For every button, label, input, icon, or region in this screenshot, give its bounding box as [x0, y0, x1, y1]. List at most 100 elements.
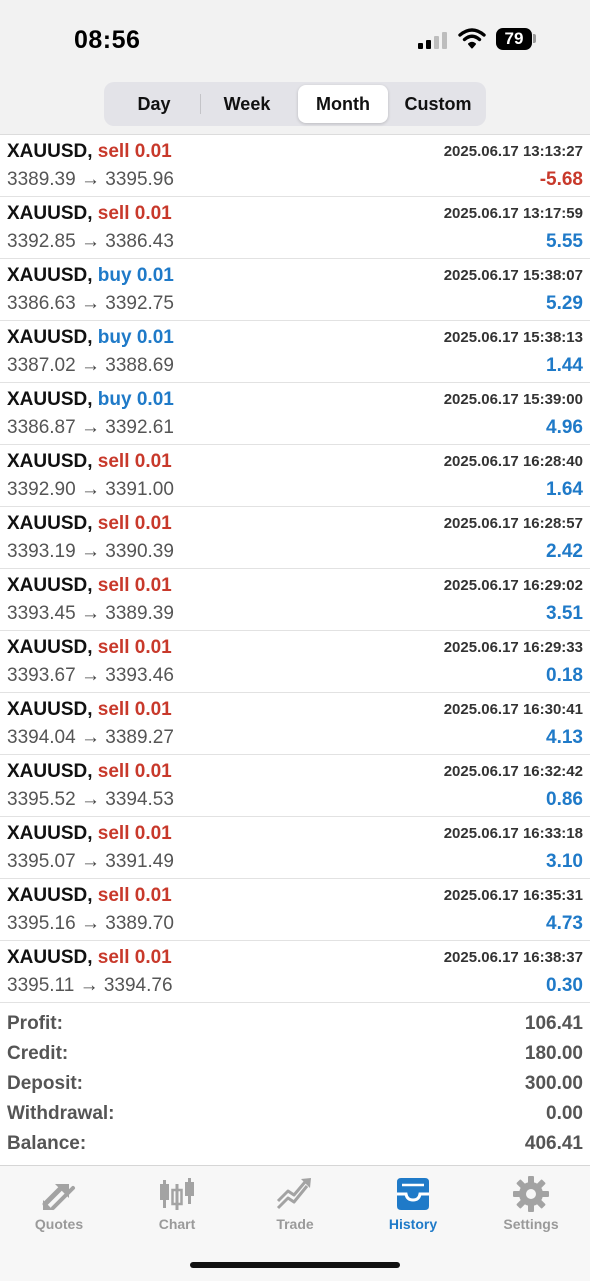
tab-chart[interactable]: Chart — [118, 1174, 236, 1232]
trade-row[interactable]: XAUUSD, sell 0.01 2025.06.17 16:32:42 3395… — [0, 755, 590, 817]
price-arrow: → — [80, 789, 100, 810]
quotes-arrows-icon — [42, 1184, 75, 1210]
tab-settings[interactable]: Settings — [472, 1174, 590, 1232]
trade-row[interactable]: XAUUSD, buy 0.01 2025.06.17 15:38:13 3387.… — [0, 321, 590, 383]
trade-row[interactable]: XAUUSD, sell 0.01 2025.06.17 16:33:18 3395… — [0, 817, 590, 879]
trade-profit: 4.96 — [546, 417, 583, 438]
symbol-name: XAUUSD, — [7, 637, 93, 658]
symbol-name: XAUUSD, — [7, 389, 93, 410]
trade-row[interactable]: XAUUSD, sell 0.01 2025.06.17 16:28:57 3393… — [0, 507, 590, 569]
symbol-name: XAUUSD, — [7, 265, 93, 286]
trade-side: buy 0.01 — [97, 265, 174, 286]
close-price: 3394.76 — [103, 975, 173, 996]
home-indicator[interactable] — [190, 1262, 400, 1268]
trade-datetime: 2025.06.17 16:35:31 — [443, 887, 583, 904]
trade-row[interactable]: XAUUSD, buy 0.01 2025.06.17 15:38:07 3386.… — [0, 259, 590, 321]
price-arrow: → — [80, 665, 100, 686]
trade-row[interactable]: XAUUSD, sell 0.01 2025.06.17 16:28:40 3392… — [0, 445, 590, 507]
tab-chart-label: Chart — [158, 1216, 196, 1232]
trade-row[interactable]: XAUUSD, sell 0.01 2025.06.17 16:29:33 3393… — [0, 631, 590, 693]
tab-month[interactable]: Month — [298, 85, 388, 123]
summary-row: Balance: 406.41 — [0, 1130, 590, 1160]
status-bar: 08:56 79 — [0, 0, 590, 80]
summary-label: Balance: — [7, 1133, 87, 1154]
open-price: 3395.16 — [7, 913, 76, 934]
open-price: 3389.39 — [7, 169, 76, 190]
close-price: 3391.49 — [105, 851, 174, 872]
trade-row[interactable]: XAUUSD, sell 0.01 2025.06.17 16:30:41 3394… — [0, 693, 590, 755]
price-arrow: → — [80, 479, 100, 500]
trade-prices: 3395.52 → 3394.53 — [7, 789, 174, 811]
open-price: 3395.52 — [7, 789, 76, 810]
close-price: 3394.53 — [105, 789, 174, 810]
trade-datetime: 2025.06.17 15:38:13 — [443, 329, 583, 346]
symbol-name: XAUUSD, — [7, 823, 93, 844]
trade-symbol: XAUUSD, sell 0.01 — [7, 761, 172, 783]
trade-datetime: 2025.06.17 16:28:40 — [443, 453, 583, 470]
summary-value: 406.41 — [524, 1133, 583, 1154]
trade-profit: 4.13 — [546, 727, 583, 748]
trade-datetime: 2025.06.17 16:28:57 — [443, 515, 583, 532]
tab-history[interactable]: History — [354, 1174, 472, 1232]
close-price: 3390.39 — [105, 541, 174, 562]
price-arrow: → — [80, 293, 100, 314]
close-price: 3393.46 — [105, 665, 174, 686]
gear-icon — [513, 1176, 549, 1212]
symbol-name: XAUUSD, — [7, 451, 93, 472]
trade-prices: 3395.16 → 3389.70 — [7, 913, 174, 935]
battery-tip — [533, 34, 536, 43]
account-summary: Profit: 106.41 Credit: 180.00 Deposit: 300.00… — [0, 1010, 590, 1160]
trade-symbol: XAUUSD, buy 0.01 — [7, 389, 174, 411]
trade-prices: 3389.39 → 3395.96 — [7, 169, 174, 191]
price-arrow: → — [80, 913, 100, 934]
trade-row[interactable]: XAUUSD, sell 0.01 2025.06.17 13:13:27 3389… — [0, 135, 590, 197]
symbol-name: XAUUSD, — [7, 699, 93, 720]
price-arrow: → — [80, 603, 100, 624]
price-arrow: → — [80, 355, 100, 376]
tab-trade[interactable]: Trade — [236, 1174, 354, 1232]
tab-day[interactable]: Day — [108, 85, 200, 123]
trade-prices: 3394.04 → 3389.27 — [7, 727, 174, 749]
trade-profit: 4.73 — [546, 913, 583, 934]
trade-row[interactable]: XAUUSD, sell 0.01 2025.06.17 16:29:02 3393… — [0, 569, 590, 631]
price-arrow: → — [80, 169, 100, 190]
close-price: 3392.75 — [105, 293, 174, 314]
trade-side: sell 0.01 — [97, 761, 172, 782]
open-price: 3393.67 — [7, 665, 76, 686]
status-time: 08:56 — [74, 26, 141, 54]
tab-custom[interactable]: Custom — [392, 85, 484, 123]
trade-datetime: 2025.06.17 16:38:37 — [443, 949, 583, 966]
close-price: 3386.43 — [105, 231, 174, 252]
trade-history-list: XAUUSD, sell 0.01 2025.06.17 13:13:27 3389… — [0, 135, 590, 1003]
close-price: 3392.61 — [105, 417, 174, 438]
history-header: Day Week Month Custom — [0, 80, 590, 135]
trade-symbol: XAUUSD, sell 0.01 — [7, 637, 172, 659]
trade-symbol: XAUUSD, sell 0.01 — [7, 575, 172, 597]
trade-symbol: XAUUSD, sell 0.01 — [7, 699, 172, 721]
trade-side: sell 0.01 — [97, 947, 172, 968]
trade-datetime: 2025.06.17 16:29:33 — [443, 639, 583, 656]
symbol-name: XAUUSD, — [7, 575, 93, 596]
trade-profit: 5.55 — [546, 231, 583, 252]
trade-row[interactable]: XAUUSD, sell 0.01 2025.06.17 13:17:59 3392… — [0, 197, 590, 259]
tab-quotes-label: Quotes — [34, 1216, 84, 1232]
trade-row[interactable]: XAUUSD, sell 0.01 2025.06.17 16:35:31 3395… — [0, 879, 590, 941]
symbol-name: XAUUSD, — [7, 885, 93, 906]
tab-quotes[interactable]: Quotes — [0, 1174, 118, 1232]
symbol-name: XAUUSD, — [7, 513, 93, 534]
battery-indicator: 79 — [496, 28, 532, 50]
trade-row[interactable]: XAUUSD, sell 0.01 2025.06.17 16:38:37 3395… — [0, 941, 590, 1003]
trade-symbol: XAUUSD, sell 0.01 — [7, 823, 172, 845]
trade-prices: 3395.07 → 3391.49 — [7, 851, 174, 873]
trade-row[interactable]: XAUUSD, buy 0.01 2025.06.17 15:39:00 3386.… — [0, 383, 590, 445]
trade-datetime: 2025.06.17 13:13:27 — [443, 143, 583, 160]
trade-profit: 5.29 — [546, 293, 583, 314]
summary-row: Deposit: 300.00 — [0, 1070, 590, 1100]
trade-side: buy 0.01 — [97, 327, 174, 348]
tab-week[interactable]: Week — [201, 85, 293, 123]
open-price: 3387.02 — [7, 355, 76, 376]
trade-prices: 3392.85 → 3386.43 — [7, 231, 174, 253]
trade-side: buy 0.01 — [97, 389, 174, 410]
symbol-name: XAUUSD, — [7, 947, 93, 968]
symbol-name: XAUUSD, — [7, 141, 93, 162]
